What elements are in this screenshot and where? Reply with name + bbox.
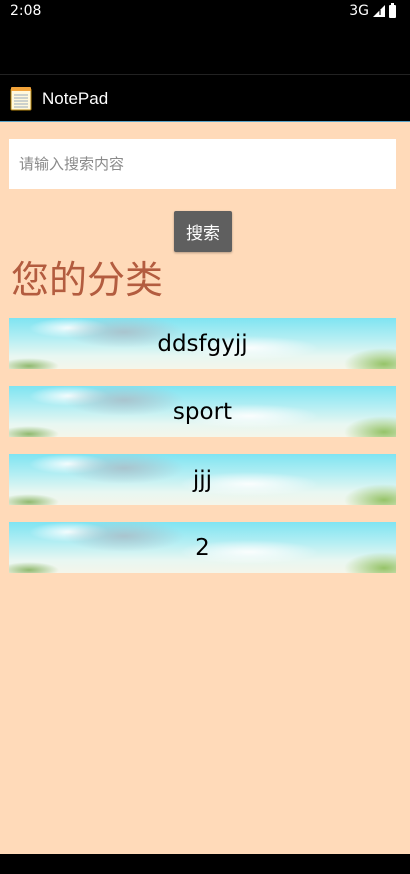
section-title: 您的分类	[11, 258, 164, 302]
search-button[interactable]: 搜索	[174, 211, 232, 252]
notepad-icon	[10, 87, 32, 111]
app-title: NotePad	[42, 89, 109, 108]
category-item[interactable]: jjj	[9, 454, 396, 505]
network-type: 3G	[349, 3, 369, 19]
category-item[interactable]: ddsfgyjj	[9, 318, 396, 369]
navigation-bar	[0, 854, 410, 874]
main-content: 搜索 您的分类 ddsfgyjj sport jjj 2	[0, 122, 410, 854]
app-bar: NotePad	[0, 74, 410, 123]
status-time: 2:08	[10, 3, 42, 19]
category-label: jjj	[192, 466, 213, 493]
signal-icon	[373, 5, 385, 17]
category-item[interactable]: sport	[9, 386, 396, 437]
battery-icon	[389, 2, 396, 18]
status-bar: 2:08 3G	[0, 0, 410, 24]
search-input[interactable]	[9, 139, 396, 189]
category-label: ddsfgyjj	[157, 330, 248, 357]
status-icons: 3G	[349, 2, 396, 19]
category-label: 2	[195, 534, 210, 561]
category-item[interactable]: 2	[9, 522, 396, 573]
category-list: ddsfgyjj sport jjj 2	[9, 318, 396, 590]
category-label: sport	[172, 398, 233, 425]
